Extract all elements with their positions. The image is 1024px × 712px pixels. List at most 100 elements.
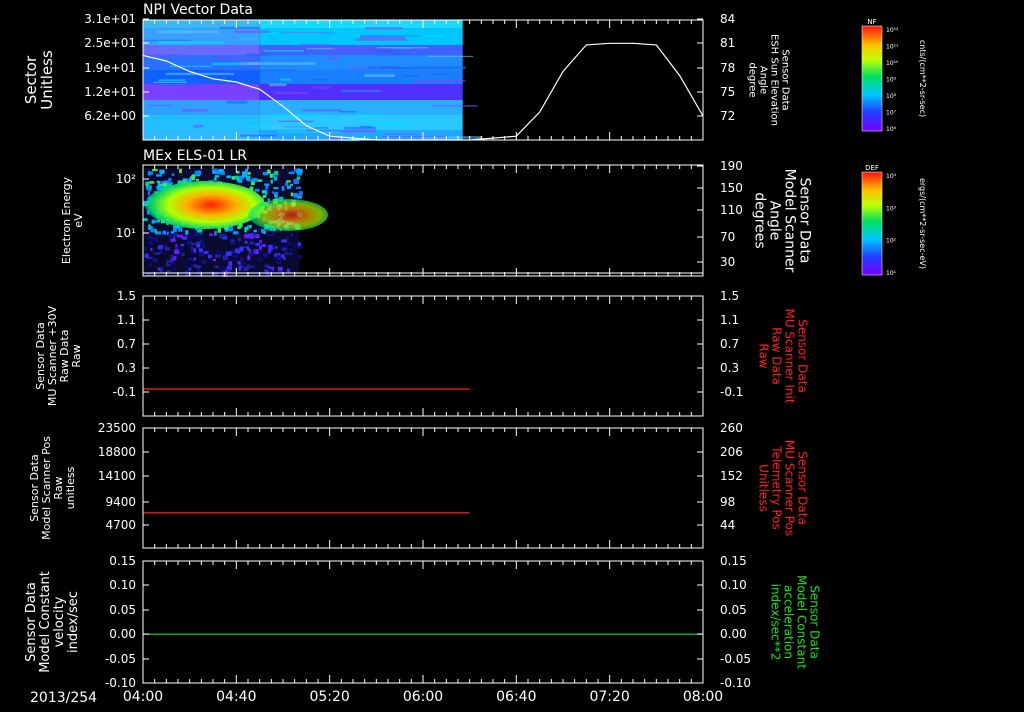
y-tick-label: 18800 (98, 445, 136, 459)
els-pixel (169, 258, 173, 263)
els-pixel (244, 226, 249, 231)
els-pixel (143, 218, 148, 221)
y-tick-label: 23500 (98, 421, 136, 435)
panel2-title: MEx ELS-01 LR (143, 148, 247, 164)
els-pixel (234, 175, 239, 180)
els-pixel (150, 247, 153, 251)
npi-streak (355, 114, 382, 117)
npi-streak (158, 79, 186, 82)
els-pixel (208, 233, 213, 236)
npi-streak (223, 96, 255, 98)
npi-streak (246, 90, 295, 93)
els-pixel (185, 230, 189, 235)
y-tick-label-right: 0.05 (720, 603, 747, 617)
date-label: 2013/254 (30, 690, 97, 706)
y-axis-label-line: unitless (64, 466, 77, 509)
chart-marks: 3.1e+01 2.5e+01 1.9e+01 1.2e+01 6.2e+00 84 81 7… (22, 12, 927, 705)
els-pixel (159, 267, 164, 272)
els-pixel (293, 179, 300, 184)
els-pixel (152, 257, 158, 263)
npi-streak (269, 83, 287, 87)
npi-streak (277, 130, 340, 133)
els-pixel (196, 179, 199, 182)
els-pixel (152, 168, 158, 172)
right-axis-label-line: Sensor Data (796, 451, 810, 525)
els-pixel (188, 177, 192, 183)
y-tick-label: 10² (116, 172, 136, 186)
colorbar-tick-label: 10¹⁰ (886, 60, 899, 67)
colorbar-tick-label: 10⁹ (886, 77, 897, 84)
y-tick-label: 4700 (105, 518, 136, 532)
els-pixel (288, 171, 295, 175)
els-pixel (215, 254, 218, 258)
npi-streak (182, 109, 209, 112)
y-tick-label-right: -0.10 (720, 676, 751, 690)
colorbar-tick-label: 10¹ (886, 270, 897, 277)
els-pixel (147, 256, 153, 260)
els-pixel (202, 243, 206, 248)
els-pixel (293, 194, 300, 198)
right-axis-label-line: MU Scanner Init (783, 308, 797, 403)
x-tick-label: 07:20 (589, 689, 629, 705)
els-pixel (222, 255, 229, 261)
els-pixel (193, 257, 196, 261)
y-tick-label-right: -0.05 (720, 652, 751, 666)
npi-streak (427, 55, 474, 58)
els-pixel (232, 255, 239, 258)
els-pixel (214, 230, 217, 236)
els-pixel (290, 234, 293, 237)
els-pixel (246, 225, 249, 228)
els-pixel (254, 188, 260, 192)
els-pixel (277, 266, 283, 271)
els-pixel (147, 235, 153, 239)
els-pixel (195, 271, 202, 277)
els-pixel (287, 242, 292, 245)
els-hot-region (145, 181, 265, 229)
npi-streak (246, 126, 272, 129)
npi-streak (241, 37, 259, 40)
npi-streak (158, 41, 225, 45)
colorbar (861, 171, 883, 276)
y-tick-label-right: 0.3 (720, 361, 739, 375)
npi-streak (414, 66, 466, 70)
els-pixel (182, 261, 187, 264)
els-pixel (166, 231, 169, 236)
y-tick-label-right: 44 (720, 518, 735, 532)
npi-streak (153, 81, 187, 84)
colorbar-unit-text: ergs/(cm**2-sr-sec-eV) (918, 178, 927, 269)
els-pixel (214, 168, 218, 172)
els-pixel (281, 239, 287, 243)
els-pixel (258, 256, 264, 261)
els-pixel (296, 176, 301, 180)
y-tick-label: 0.3 (117, 361, 136, 375)
right-axis-label: Sensor DataModel ScannerAngledegrees (752, 169, 813, 273)
els-pixel (175, 244, 178, 248)
els-pixel (244, 240, 248, 244)
els-pixel (212, 258, 217, 262)
els-pixel (194, 264, 198, 267)
els-pixel (201, 259, 206, 265)
npi-streak (312, 86, 331, 89)
els-pixel (252, 178, 258, 182)
els-pixel (219, 233, 224, 239)
npi-streak (280, 78, 291, 81)
y-tick-label-right: 84 (720, 12, 735, 26)
y-tick-label-right: 0.10 (720, 578, 747, 592)
colorbar-tick-label: 10⁶ (886, 126, 897, 133)
colorbar-tick-label: 10¹¹ (886, 44, 899, 51)
els-pixel (238, 266, 242, 271)
npi-streak (246, 53, 271, 56)
npi-streak (431, 105, 478, 107)
npi-streak (236, 69, 296, 72)
els-pixel (226, 175, 232, 179)
els-pixel (196, 241, 202, 244)
colorbar-tick-label: 10⁸ (886, 93, 897, 100)
npi-streak (234, 30, 271, 33)
els-pixel (197, 170, 202, 175)
els-pixel (236, 170, 240, 174)
stacked-time-series-plot: 2013/254 NPI Vector Data MEx ELS-01 LR 3… (22, 2, 927, 706)
y-tick-label: 0.7 (117, 337, 136, 351)
colorbar (861, 25, 883, 132)
els-spectrogram (143, 168, 328, 278)
y-tick-label: 0.10 (109, 578, 136, 592)
